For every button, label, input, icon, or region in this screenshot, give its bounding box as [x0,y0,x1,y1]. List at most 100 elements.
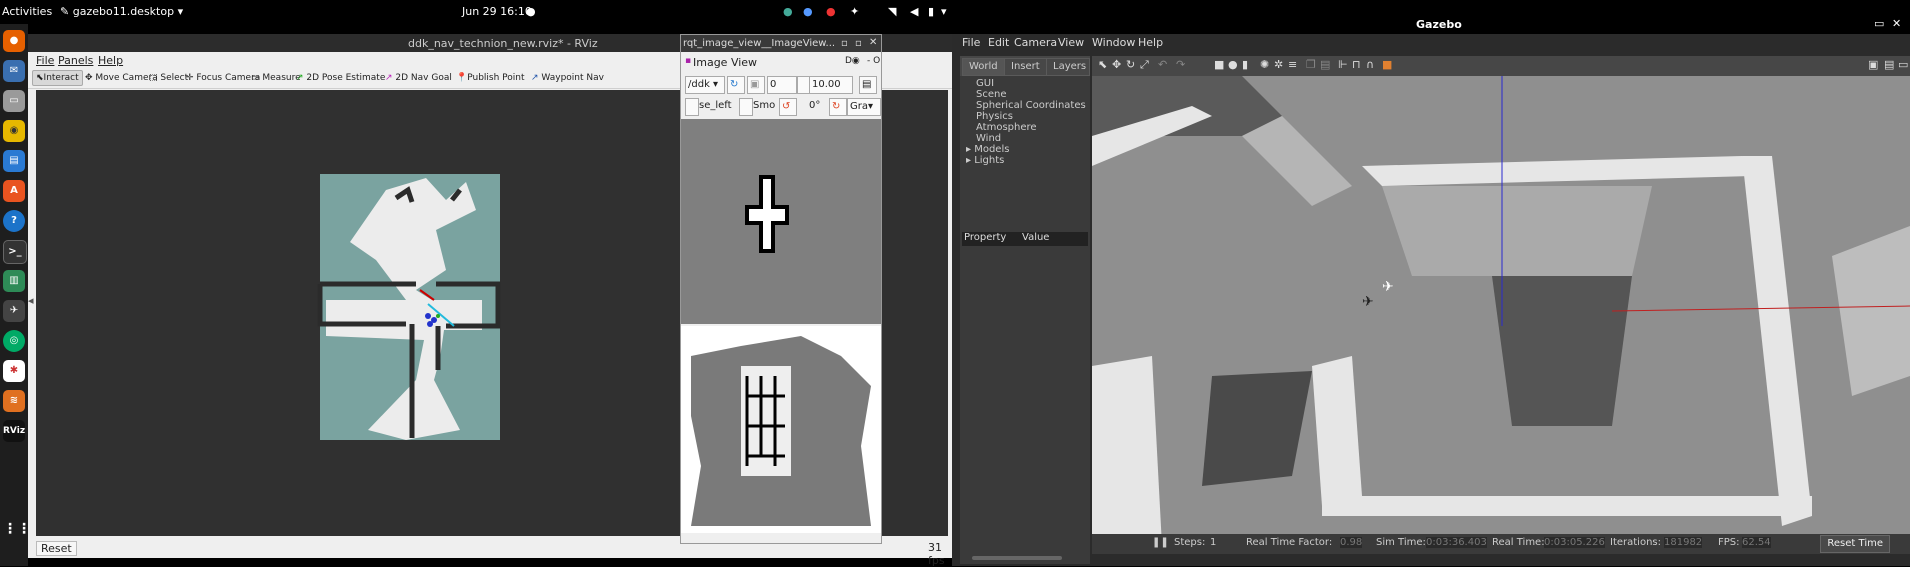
tree-item-physics[interactable]: Physics [976,111,1013,122]
accessibility-icon[interactable]: ✦ [850,5,859,18]
snap-icon[interactable]: ⊓ [1352,58,1361,71]
activities-button[interactable]: Activities [2,5,52,18]
tree-item-gui[interactable]: GUI [976,78,994,89]
menu-panels[interactable]: Panels [58,54,93,67]
close-icon[interactable]: ✕ [1892,17,1901,30]
rviz-icon[interactable]: RViz [3,420,25,442]
align-icon[interactable]: ⊩ [1338,58,1348,71]
tray-icon-3[interactable]: ● [826,5,836,18]
topic-select[interactable]: /ddk ▾ [685,76,725,94]
menu-window[interactable]: Window [1092,36,1135,49]
tab-layers[interactable]: Layers [1046,58,1090,76]
gazebo-3d-scene[interactable]: ✈ ✈ [1092,76,1910,546]
files-icon[interactable]: ▭ [3,90,25,112]
drone-model[interactable]: ✈ [1382,279,1394,295]
menu-view[interactable]: View [1058,36,1084,49]
rotate-left-icon[interactable]: ↺ [779,98,797,116]
tab-world[interactable]: World [962,58,1005,76]
left-panel-scrollbar[interactable] [972,556,1062,560]
menu-camera[interactable]: Camera [1014,36,1057,49]
log-icon[interactable]: ▤ [1884,58,1894,71]
pause-icon[interactable]: ❚❚ [1152,537,1169,548]
record-icon[interactable]: ■ [1382,58,1392,71]
translate-mode-icon[interactable]: ✥ [1112,58,1121,71]
slack-icon[interactable]: ✱ [3,360,25,382]
terminal-icon[interactable]: >_ [3,240,27,264]
reset-button[interactable]: Reset [36,541,77,556]
checkbox-mouse-left[interactable] [685,98,699,116]
tree-item-spherical-coordinates[interactable]: Spherical Coordinates [976,100,1086,111]
menu-file[interactable]: File [36,54,54,67]
notification-dot: ● [526,5,536,18]
select-mode-icon[interactable]: ⬉ [1098,58,1107,71]
checkbox-smooth[interactable] [739,98,753,116]
rhythmbox-icon[interactable]: ◉ [3,120,25,142]
fit-icon[interactable]: ▤ [859,76,877,94]
tree-item-lights[interactable]: ▸ Lights [966,155,1004,166]
panel-help-icon[interactable]: D◉ [845,56,860,66]
cylinder-shape-icon[interactable]: ▮ [1242,58,1248,71]
wifi-icon[interactable]: ◥ [888,5,896,18]
close-icon[interactable]: ✕ [869,37,877,48]
tree-item-wind[interactable]: Wind [976,133,1001,144]
undo-icon[interactable]: ↶ [1158,58,1167,71]
tray-icon-2[interactable]: ● [803,5,813,18]
directional-light-icon[interactable]: ≡ [1288,58,1297,71]
firefox-icon[interactable]: ● [3,30,25,52]
software-icon[interactable]: A [3,180,25,202]
scale-mode-icon[interactable]: ⤢ [1140,58,1149,72]
rotate-mode-icon[interactable]: ↻ [1126,58,1135,71]
tray-icon-1[interactable]: ● [783,5,793,18]
rotate-right-icon[interactable]: ↻ [829,98,847,116]
box-shape-icon[interactable]: ■ [1214,58,1224,71]
color-mode-select[interactable]: Gra▾ [847,98,881,116]
screenshot-icon[interactable]: ▣ [1868,58,1878,71]
system-menu-icon[interactable]: ▾ [941,5,947,18]
point-light-icon[interactable]: ✺ [1260,58,1269,71]
tree-item-scene[interactable]: Scene [976,89,1007,100]
redo-icon[interactable]: ↷ [1176,58,1185,71]
help-icon[interactable]: ? [3,210,25,232]
tool-2d-pose-estimate[interactable]: ↗ 2D Pose Estimate [293,71,388,85]
show-apps-icon[interactable]: ⋮⋮ [3,518,31,540]
zoom-input[interactable]: 10.00 [809,76,853,94]
spot-light-icon[interactable]: ✲ [1274,58,1283,71]
minimize-icon[interactable]: ▫ [841,38,848,49]
writer-icon[interactable]: ▤ [3,150,25,172]
battery-icon[interactable]: ▮ [928,5,934,18]
app-menu[interactable]: ✎ gazebo11.desktop ▾ [60,5,183,18]
left-collapse-handle[interactable]: ◂ [28,294,34,307]
menu-edit[interactable]: Edit [988,36,1009,49]
volume-icon[interactable]: ◀ [910,5,918,18]
tool-waypoint-nav[interactable]: ↗ Waypoint Nav [528,71,607,85]
magnet-icon[interactable]: ∩ [1366,58,1374,71]
copy-icon[interactable]: ❐ [1306,58,1316,71]
tab-insert[interactable]: Insert [1004,58,1047,76]
menu-file[interactable]: File [962,36,980,49]
tool-publish-point[interactable]: 📍Publish Point [453,71,528,85]
menu-help[interactable]: Help [1138,36,1163,49]
save-icon[interactable]: ▣ [747,76,765,94]
thunderbird-icon[interactable]: ✉ [3,60,25,82]
clock[interactable]: Jun 29 16:10 [462,5,532,18]
steps-value[interactable]: 1 [1210,537,1216,548]
minimize-icon[interactable]: ▭ [1874,17,1884,30]
reset-time-button[interactable]: Reset Time [1820,535,1890,553]
app-icon-sphere[interactable]: ◎ [3,330,25,352]
gazebo-robot-icon[interactable]: ✈ [3,300,25,322]
paste-icon[interactable]: ▤ [1320,58,1330,71]
tree-item-models[interactable]: ▸ Models [966,144,1009,155]
menu-help[interactable]: Help [98,54,123,67]
layers-icon[interactable]: ≋ [3,390,25,412]
panel-close-icon[interactable]: - O [867,56,880,66]
video-icon[interactable]: ▭ [1898,58,1908,71]
tool-interact[interactable]: ⬉Interact [32,70,83,86]
tool-2d-nav-goal[interactable]: ↗ 2D Nav Goal [382,71,455,85]
sphere-shape-icon[interactable]: ● [1228,58,1238,71]
refresh-icon[interactable]: ↻ [727,76,745,94]
maximize-icon[interactable]: ▫ [855,38,862,49]
app-icon-green[interactable]: ▥ [3,270,25,292]
wall-face [1382,186,1652,276]
tree-item-atmosphere[interactable]: Atmosphere [976,122,1037,133]
spin-input[interactable]: 0 [767,76,797,94]
